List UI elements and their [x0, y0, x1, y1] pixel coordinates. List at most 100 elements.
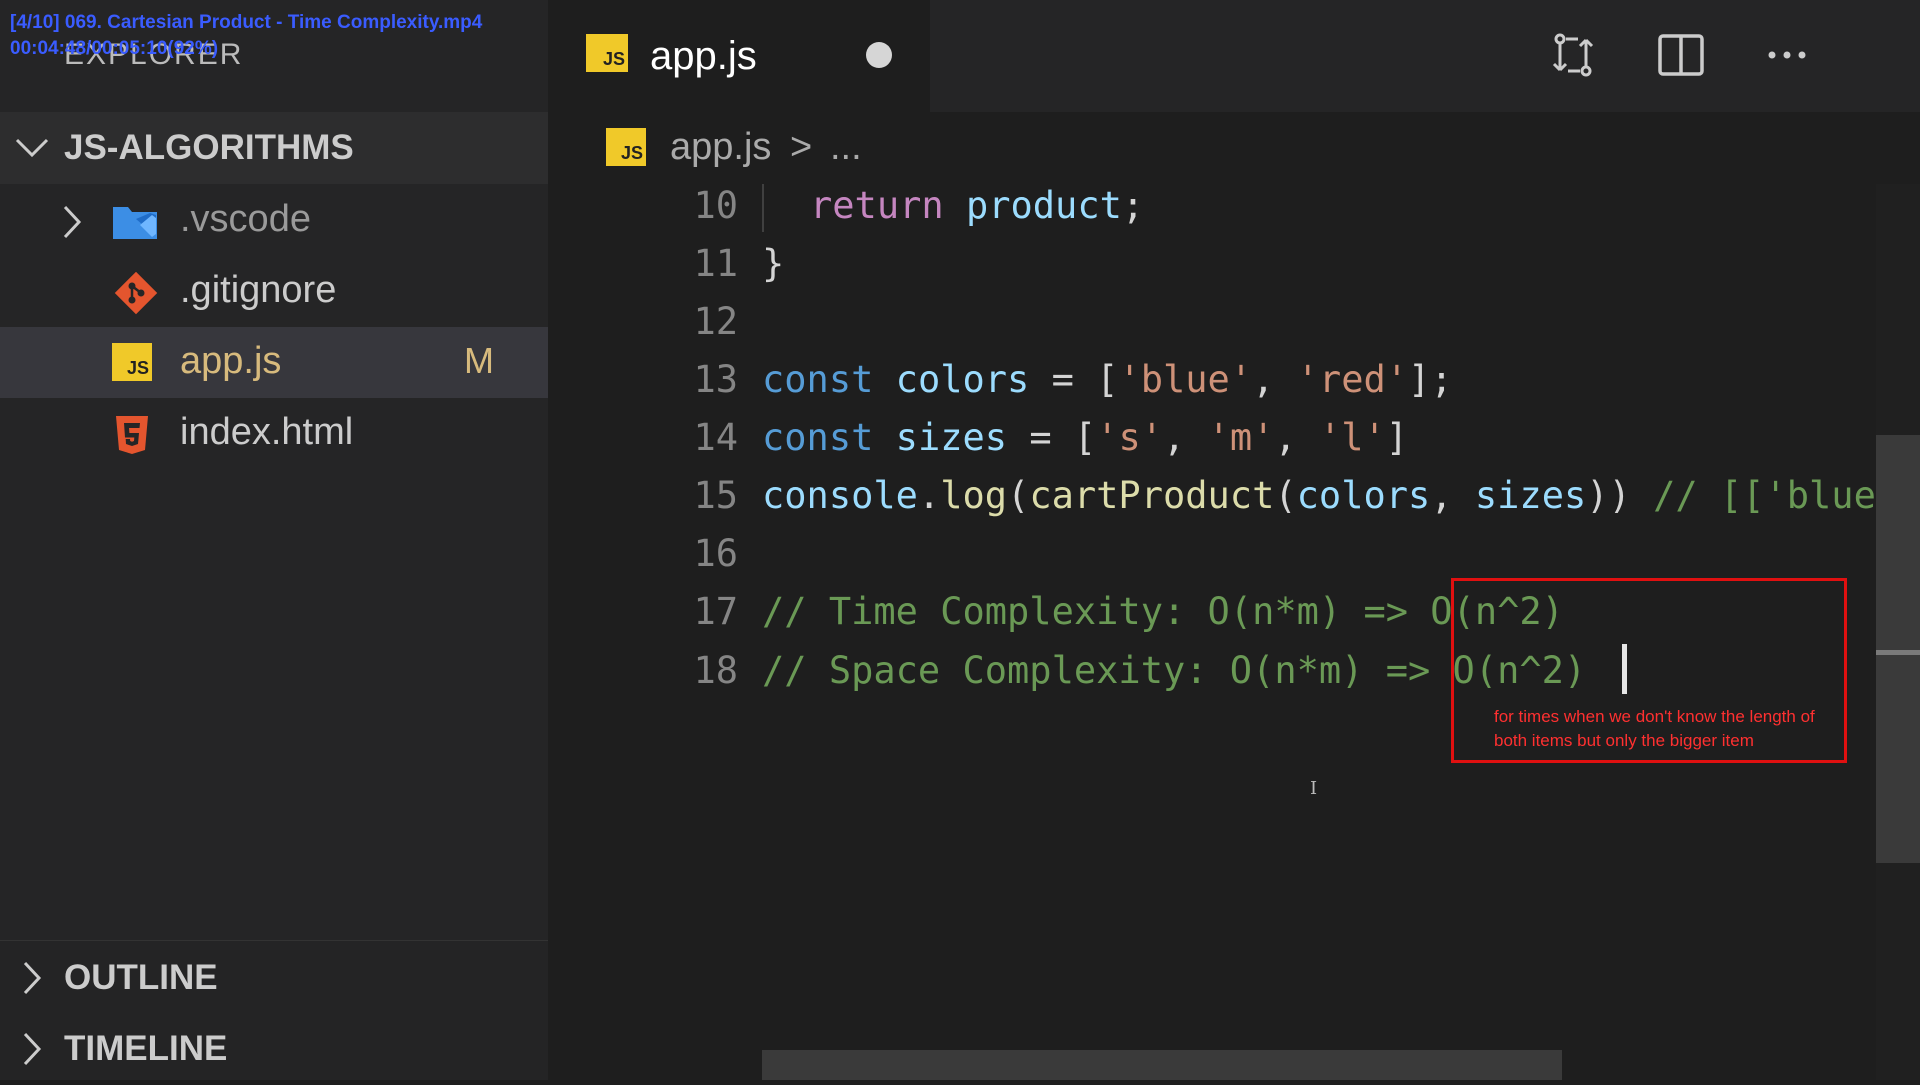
unsaved-dot-icon[interactable] [866, 42, 892, 68]
breadcrumb-file[interactable]: app.js [670, 126, 771, 169]
chevron-down-icon [0, 138, 64, 158]
code-token: ] [1385, 416, 1409, 459]
timeline-header[interactable]: TIMELINE [0, 1013, 548, 1085]
video-title: [4/10] 069. Cartesian Product - Time Com… [10, 12, 483, 33]
chevron-right-icon [0, 961, 64, 995]
line-number: 14 [693, 416, 738, 459]
line-number: 13 [693, 358, 738, 401]
code-token: // [['blue [1653, 474, 1876, 517]
tree-item-appjs[interactable]: JS app.js M [0, 327, 548, 398]
line-number: 10 [693, 184, 738, 227]
code-text: } [762, 242, 784, 285]
js-file-icon: JS [586, 34, 628, 72]
timeline-label: TIMELINE [64, 1029, 228, 1068]
video-timestamp: 00:04:48/00:05:10(92%) [10, 38, 219, 59]
code-token: colors [895, 358, 1030, 401]
code-token: cartProduct [1029, 474, 1275, 517]
tree-item-label: app.js [180, 340, 282, 382]
scroll-position-marker [1876, 650, 1920, 655]
tree-item-index-html[interactable]: index.html [0, 398, 548, 469]
vertical-scrollbar-thumb[interactable] [1876, 435, 1920, 863]
code-token: )) [1586, 474, 1654, 517]
code-token: // Time Complexity: O(n*m) => O(n^2) [762, 590, 1564, 633]
text-cursor [1622, 644, 1627, 694]
chevron-right-icon [0, 1032, 64, 1066]
horizontal-scrollbar-thumb[interactable] [762, 1050, 1562, 1080]
tree-item-vscode[interactable]: .vscode [0, 185, 548, 256]
html5-icon [112, 414, 158, 454]
code-token: 'red' [1296, 358, 1409, 401]
more-actions-icon[interactable] [1762, 30, 1812, 80]
ibeam-cursor-icon: I [1310, 778, 1318, 799]
code-text: const colors = ['blue', 'red']; [762, 358, 1453, 401]
chevron-right-icon [62, 205, 82, 249]
breadcrumb: JS app.js > ... [548, 112, 1920, 184]
code-token: 'l' [1318, 416, 1386, 459]
code-text: console.log(cartProduct(colors, sizes)) … [762, 474, 1876, 517]
compare-changes-icon[interactable] [1548, 30, 1598, 80]
code-token: , [1252, 358, 1297, 401]
line-number: 18 [693, 649, 738, 692]
code-token: ; [1121, 184, 1145, 227]
breadcrumb-more[interactable]: ... [830, 126, 862, 169]
code-text: // Time Complexity: O(n*m) => O(n^2) [762, 590, 1564, 633]
breadcrumb-separator: > [790, 126, 813, 168]
code-token: ]; [1408, 358, 1453, 401]
code-token: sizes [895, 416, 1008, 459]
code-token: console [762, 474, 918, 517]
code-token: = [ [1029, 358, 1119, 401]
line-number: 16 [693, 532, 738, 575]
code-token: colors [1296, 474, 1431, 517]
code-token: = [ [1007, 416, 1097, 459]
code-line: 11 } [548, 242, 1920, 300]
code-token: . [917, 474, 941, 517]
indent-guide [762, 184, 764, 232]
code-line: 15 console.log(cartProduct(colors, sizes… [548, 474, 1920, 532]
tab-appjs[interactable]: JS app.js [548, 0, 930, 112]
project-header[interactable]: JS-ALGORITHMS [0, 112, 548, 184]
code-line: 13 const colors = ['blue', 'red']; [548, 358, 1920, 416]
code-token: log [940, 474, 1008, 517]
code-token: , [1274, 416, 1319, 459]
js-file-icon: JS [112, 343, 152, 381]
tree-item-gitignore[interactable]: .gitignore [0, 256, 548, 327]
code-token: , [1430, 474, 1475, 517]
tree-item-label: index.html [180, 411, 354, 453]
code-line: 12 [548, 300, 1920, 358]
code-token: 's' [1096, 416, 1163, 459]
tab-label: app.js [650, 34, 757, 78]
line-number: 11 [693, 242, 738, 285]
line-number: 17 [693, 590, 738, 633]
vscode-folder-icon [112, 201, 158, 241]
modified-badge: M [464, 340, 494, 381]
annotation-text: for times when we don't know the length … [1494, 707, 1815, 750]
outline-label: OUTLINE [64, 958, 218, 997]
code-line: 14 const sizes = ['s', 'm', 'l'] [548, 416, 1920, 474]
code-token: sizes [1474, 474, 1587, 517]
code-token: product [965, 184, 1122, 227]
tree-item-label: .vscode [180, 198, 311, 240]
split-editor-icon[interactable] [1656, 30, 1706, 80]
code-token: 'm' [1207, 416, 1275, 459]
code-token: ( [1274, 474, 1297, 517]
code-token: , [1163, 416, 1208, 459]
line-number: 12 [693, 300, 738, 343]
code-token: ( [1007, 474, 1030, 517]
tree-item-label: .gitignore [180, 269, 337, 311]
git-icon [112, 271, 158, 315]
code-text: const sizes = ['s', 'm', 'l'] [762, 416, 1408, 459]
outline-header[interactable]: OUTLINE [0, 942, 548, 1014]
code-token: const [762, 358, 874, 401]
code-token: return [810, 184, 944, 227]
tab-bar: JS app.js [548, 0, 1920, 112]
code-token: const [762, 416, 874, 459]
js-file-icon: JS [606, 128, 646, 166]
code-text: return product; [810, 184, 1144, 227]
explorer-sidebar: EXPLORER JS-ALGORITHMS .vscode .gitignor… [0, 0, 548, 1080]
video-overlay: [4/10] 069. Cartesian Product - Time Com… [10, 10, 482, 62]
code-line: 10 return product; [548, 184, 1920, 242]
line-number: 15 [693, 474, 738, 517]
